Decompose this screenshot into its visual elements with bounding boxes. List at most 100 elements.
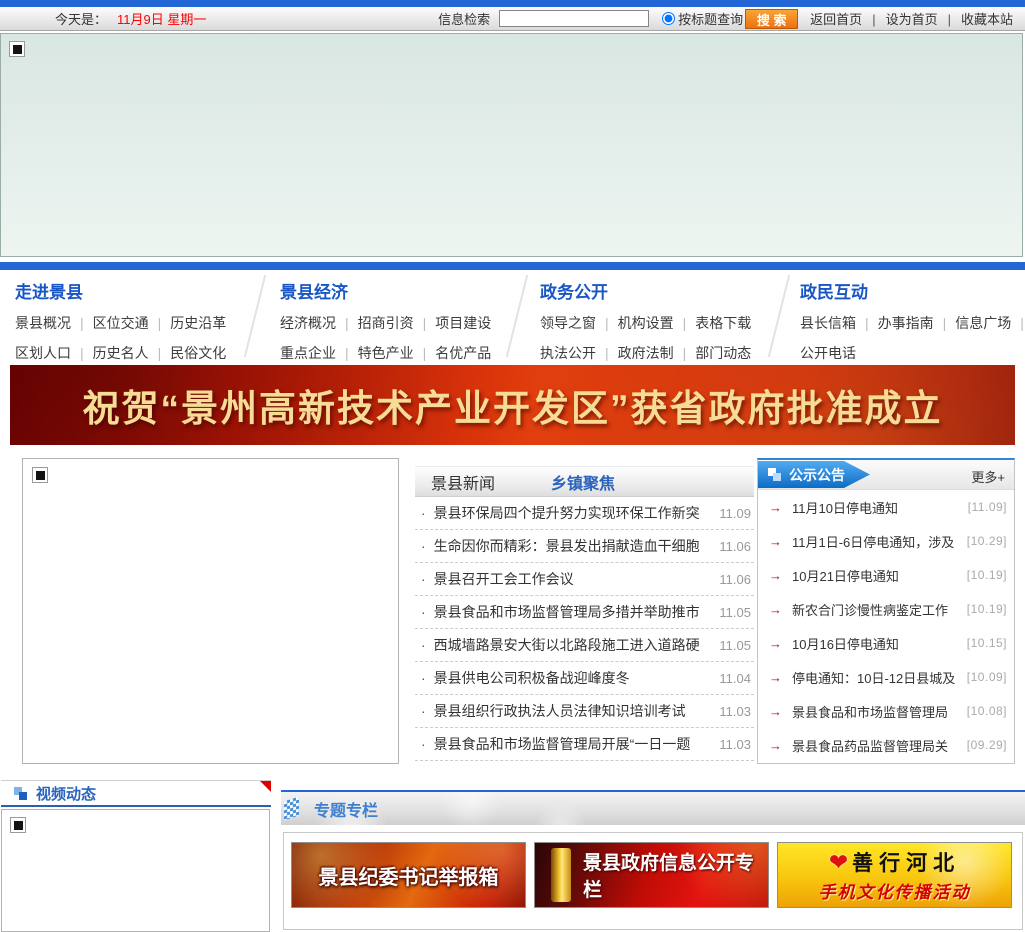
top-utility-bar: 今天是： 11月9日 星期一 信息检索 按标题查询 搜 索 返回首页 设为首页 收…	[0, 7, 1025, 31]
announcement-link[interactable]: 10月21日停电通知	[792, 566, 961, 585]
today-label: 今天是：	[55, 12, 108, 27]
news-list: · 景县环保局四个提升努力实现环保工作新突 11.09 · 生命因你而精彩：景县…	[415, 497, 754, 761]
announcement-date: [11.09]	[967, 500, 1007, 514]
news-link[interactable]: 景县供电公司积极备战迎峰度冬	[434, 668, 712, 688]
nav-title-gov-affairs[interactable]: 政务公开	[540, 278, 751, 303]
news-item: · 生命因你而精彩：景县发出捐献造血干细胞 11.06	[415, 530, 754, 563]
tab-county-news[interactable]: 景县新闻	[431, 470, 495, 494]
nav-divider	[505, 275, 529, 357]
announcement-link[interactable]: 10月16日停电通知	[792, 634, 961, 653]
news-item: · 景县环保局四个提升努力实现环保工作新突 11.09	[415, 497, 754, 530]
announcements-header: 公示公告 更多+	[758, 460, 1014, 490]
announcement-date: [10.29]	[966, 534, 1007, 548]
announcement-link[interactable]: 景县食品和市场监督管理局	[792, 702, 961, 721]
nav-title-interaction[interactable]: 政民互动	[800, 278, 1025, 303]
header-banner-placeholder	[0, 33, 1023, 257]
set-homepage-link[interactable]: 设为首页	[886, 9, 961, 28]
announcements-tab[interactable]: 公示公告	[758, 461, 870, 488]
nav-link[interactable]: 机构设置	[618, 315, 696, 331]
announcement-date: [10.19]	[966, 602, 1007, 616]
nav-row: 县长信箱办事指南信息广场	[800, 313, 1025, 333]
news-link[interactable]: 生命因你而精彩：景县发出捐献造血干细胞	[434, 536, 712, 556]
nav-link[interactable]: 经济概况	[280, 315, 358, 331]
nav-link[interactable]: 历史名人	[93, 345, 171, 361]
announcement-item: → 停电通知：10日-12日县城及 [10.09]	[758, 660, 1014, 694]
nav-row: 公开电话	[800, 343, 1025, 363]
arrow-icon: →	[769, 601, 782, 617]
panel-squares-icon	[14, 786, 27, 800]
nav-link[interactable]: 历史沿革	[170, 315, 226, 331]
news-link[interactable]: 景县食品和市场监督管理局多措并举助推市	[434, 602, 712, 622]
news-link[interactable]: 景县组织行政执法人员法律知识培训考试	[434, 701, 712, 721]
nav-link[interactable]: 领导之窗	[540, 315, 618, 331]
nav-link[interactable]: 政府法制	[618, 345, 696, 361]
nav-link[interactable]: 特色产业	[358, 345, 436, 361]
search-label: 信息检索	[438, 12, 491, 27]
nav-link[interactable]: 区位交通	[93, 315, 171, 331]
nav-link[interactable]: 景县概况	[15, 315, 93, 331]
search-by-title-radio[interactable]	[662, 12, 676, 25]
search-input[interactable]	[499, 10, 650, 27]
announcement-link[interactable]: 11月10日停电通知	[792, 498, 962, 517]
banner-text: 景县政府信息公开专栏	[583, 853, 755, 901]
banner-discipline-report-box[interactable]: 景县纪委书记举报箱	[291, 842, 526, 908]
news-item: · 景县食品和市场监督管理局多措并举助推市 11.05	[415, 596, 754, 629]
news-item: · 西城墙路景安大街以北路段施工进入道路硬 11.05	[415, 629, 754, 662]
nav-title-economy[interactable]: 景县经济	[280, 278, 491, 303]
arrow-icon: →	[769, 703, 782, 719]
nav-link[interactable]: 信息广场	[955, 315, 1025, 331]
news-date: 11.04	[719, 670, 751, 686]
headline-text: 祝贺“景州高新技术产业开发区”获省政府批准成立	[82, 388, 943, 429]
news-link[interactable]: 景县食品和市场监督管理局开展“一日一题	[434, 734, 712, 754]
more-link[interactable]: 更多+	[971, 467, 1005, 486]
nav-link[interactable]: 办事指南	[878, 315, 956, 331]
nav-title-about[interactable]: 走进景县	[15, 278, 226, 303]
nav-column-about: 走进景县 景县概况区位交通历史沿革 区划人口历史名人民俗文化	[15, 278, 226, 363]
news-link[interactable]: 西城墙路景安大街以北路段施工进入道路硬	[434, 635, 712, 655]
nav-row: 区划人口历史名人民俗文化	[15, 343, 226, 363]
banner-shanxing-hebei[interactable]: ❤ 善行河北 手机文化传播活动	[777, 842, 1012, 908]
news-date: 11.03	[719, 736, 751, 752]
checker-decor-icon	[284, 796, 299, 821]
nav-link[interactable]: 公开电话	[800, 345, 856, 361]
announcement-date: [10.08]	[966, 704, 1007, 718]
news-item: · 景县食品和市场监督管理局开展“一日一题 11.03	[415, 728, 754, 761]
news-date: 11.03	[719, 703, 751, 719]
headline-banner[interactable]: 祝贺“景州高新技术产业开发区”获省政府批准成立	[10, 365, 1015, 445]
tab-township-focus[interactable]: 乡镇聚焦	[551, 470, 615, 494]
news-tabs: 景县新闻 乡镇聚焦	[415, 466, 754, 497]
news-item: · 景县召开工会工作会议 11.06	[415, 563, 754, 596]
video-player-placeholder	[1, 809, 270, 932]
announcement-link[interactable]: 新农合门诊慢性病鉴定工作	[792, 600, 961, 619]
arrow-icon: →	[769, 499, 782, 515]
nav-row: 景县概况区位交通历史沿革	[15, 313, 226, 333]
arrow-icon: →	[769, 669, 782, 685]
nav-link[interactable]: 表格下载	[695, 315, 751, 331]
nav-row: 执法公开政府法制部门动态	[540, 343, 751, 363]
arrow-icon: →	[769, 737, 782, 753]
announcement-link[interactable]: 景县食品药品监督管理局关	[792, 736, 961, 755]
announcement-link[interactable]: 停电通知：10日-12日县城及	[792, 668, 961, 687]
banner-line2: 手机文化传播活动	[818, 883, 971, 902]
nav-link[interactable]: 招商引资	[358, 315, 436, 331]
video-panel-header: 视频动态	[1, 780, 271, 807]
search-button[interactable]: 搜 索	[745, 8, 799, 29]
nav-link[interactable]: 重点企业	[280, 345, 358, 361]
nav-link[interactable]: 执法公开	[540, 345, 618, 361]
nav-link[interactable]: 县长信箱	[800, 315, 878, 331]
banner-gov-info-disclosure[interactable]: 景县政府信息公开专栏	[534, 842, 769, 908]
nav-link[interactable]: 部门动态	[695, 345, 751, 361]
news-section: 景县新闻 乡镇聚焦 · 景县环保局四个提升努力实现环保工作新突 11.09 · …	[415, 466, 754, 761]
announcement-link[interactable]: 11月1日-6日停电通知，涉及	[792, 532, 961, 551]
video-panel-title[interactable]: 视频动态	[36, 783, 96, 804]
return-home-link[interactable]: 返回首页	[810, 9, 885, 28]
nav-link[interactable]: 项目建设	[435, 315, 491, 331]
bookmark-site-link[interactable]: 收藏本站	[961, 9, 1013, 28]
news-link[interactable]: 景县召开工会工作会议	[434, 569, 712, 589]
nav-link[interactable]: 名优产品	[435, 345, 491, 361]
nav-column-gov-affairs: 政务公开 领导之窗机构设置表格下载 执法公开政府法制部门动态	[540, 278, 751, 363]
news-link[interactable]: 景县环保局四个提升努力实现环保工作新突	[434, 503, 712, 523]
bullet-icon: ·	[421, 670, 426, 686]
nav-link[interactable]: 区划人口	[15, 345, 93, 361]
nav-link[interactable]: 民俗文化	[170, 345, 226, 361]
